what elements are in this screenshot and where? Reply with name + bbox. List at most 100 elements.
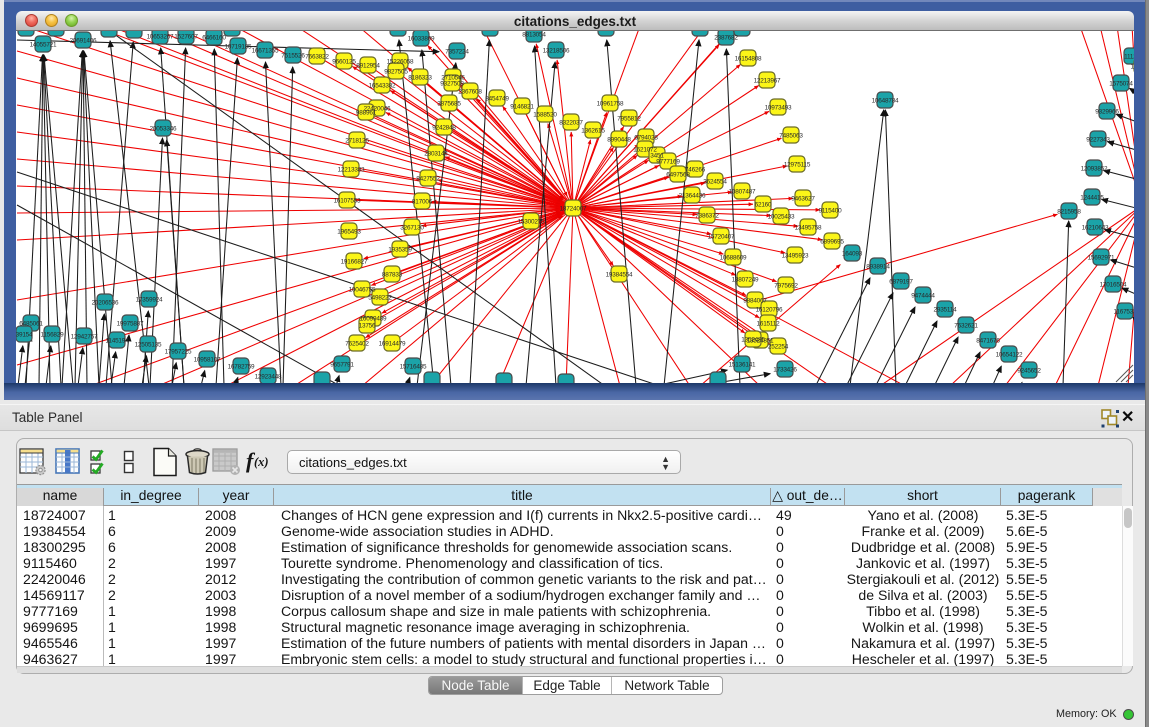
svg-text:9329966: 9329966 xyxy=(1095,108,1119,115)
svg-text:13495923: 13495923 xyxy=(782,252,809,259)
svg-text:7515526: 7515526 xyxy=(281,52,305,59)
svg-text:8938914: 8938914 xyxy=(866,263,890,270)
svg-text:5498222: 5498222 xyxy=(368,294,392,301)
svg-text:16107553: 16107553 xyxy=(334,197,361,204)
svg-text:16671355: 16671355 xyxy=(252,47,279,54)
svg-text:15692971: 15692971 xyxy=(1088,254,1115,261)
svg-text:12505135: 12505135 xyxy=(135,341,162,348)
svg-text:2803144: 2803144 xyxy=(424,150,448,157)
svg-text:10648784: 10648784 xyxy=(872,97,899,104)
svg-text:7975692: 7975692 xyxy=(774,282,798,289)
svg-text:8215958: 8215958 xyxy=(1057,208,1081,215)
svg-text:15136141: 15136141 xyxy=(729,361,756,368)
svg-text:7357224: 7357224 xyxy=(445,48,469,55)
svg-text:21364436: 21364436 xyxy=(679,192,706,199)
svg-text:16033809: 16033809 xyxy=(408,35,435,42)
svg-text:817006: 817006 xyxy=(412,198,433,205)
svg-text:9463627: 9463627 xyxy=(791,195,815,202)
svg-text:8454749: 8454749 xyxy=(485,95,509,102)
svg-text:1244415: 1244415 xyxy=(1080,194,1104,201)
svg-text:3624554: 3624554 xyxy=(703,178,727,185)
svg-text:12942757: 12942757 xyxy=(71,333,98,340)
svg-text:3875685: 3875685 xyxy=(437,100,461,107)
svg-text:8912954: 8912954 xyxy=(356,62,380,69)
svg-text:8427552: 8427552 xyxy=(416,175,440,182)
svg-text:1527607: 1527607 xyxy=(174,33,198,40)
svg-text:16210643: 16210643 xyxy=(1082,224,1109,231)
svg-text:2935114: 2935114 xyxy=(933,306,957,313)
svg-text:20053346: 20053346 xyxy=(150,125,177,132)
svg-text:6485061: 6485061 xyxy=(19,320,43,327)
svg-text:9227343: 9227343 xyxy=(1086,136,1110,143)
svg-text:6466160: 6466160 xyxy=(202,34,226,41)
svg-text:9242848: 9242848 xyxy=(432,124,456,131)
svg-text:2387682: 2387682 xyxy=(714,34,738,41)
svg-text:6794028: 6794028 xyxy=(634,134,658,141)
svg-text:11125: 11125 xyxy=(1124,53,1134,60)
svg-text:10719185: 10719185 xyxy=(225,43,252,50)
svg-text:887833: 887833 xyxy=(382,271,403,278)
svg-text:12975115: 12975115 xyxy=(784,161,811,168)
svg-text:12093852: 12093852 xyxy=(1081,165,1108,172)
svg-text:16120796: 16120796 xyxy=(756,306,783,313)
svg-text:1132541: 1132541 xyxy=(1130,63,1134,70)
svg-text:252254: 252254 xyxy=(768,343,789,350)
svg-text:15226058: 15226058 xyxy=(387,58,414,65)
svg-text:9146821: 9146821 xyxy=(510,103,534,110)
svg-text:1733426: 1733426 xyxy=(773,366,797,373)
svg-text:9115400: 9115400 xyxy=(818,207,842,214)
svg-text:16543382: 16543382 xyxy=(369,82,396,89)
svg-text:62160: 62160 xyxy=(755,201,772,208)
svg-text:7625402: 7625402 xyxy=(345,340,369,347)
svg-text:39154: 39154 xyxy=(16,331,33,338)
svg-text:9474444: 9474444 xyxy=(911,292,935,299)
svg-text:9827505: 9827505 xyxy=(384,68,408,75)
svg-text:15716485: 15716485 xyxy=(400,363,427,370)
svg-text:17957225: 17957225 xyxy=(165,348,192,355)
svg-text:1965493: 1965493 xyxy=(337,228,361,235)
svg-text:9327508: 9327508 xyxy=(440,80,464,87)
svg-text:9777169: 9777169 xyxy=(656,158,680,165)
svg-text:2367608: 2367608 xyxy=(458,88,482,95)
svg-text:1362615: 1362615 xyxy=(581,127,605,134)
svg-text:19166827: 19166827 xyxy=(341,258,368,265)
svg-text:6899695: 6899695 xyxy=(820,238,844,245)
svg-text:(x): (x) xyxy=(254,455,269,469)
svg-text:20691406: 20691406 xyxy=(70,37,97,44)
svg-text:20206536: 20206536 xyxy=(92,299,119,306)
svg-text:9245652: 9245652 xyxy=(1017,367,1041,374)
svg-text:8813054: 8813054 xyxy=(522,31,546,38)
svg-text:10688609: 10688609 xyxy=(720,254,747,261)
svg-text:17016504: 17016504 xyxy=(1100,281,1127,288)
svg-text:1167533: 1167533 xyxy=(1113,308,1134,315)
svg-text:10807487: 10807487 xyxy=(729,188,756,195)
svg-text:10025433: 10025433 xyxy=(768,213,795,220)
svg-text:10654122: 10654122 xyxy=(996,351,1023,358)
svg-text:15720407: 15720407 xyxy=(708,233,735,240)
svg-text:16154808: 16154808 xyxy=(735,55,762,62)
svg-text:1352485: 1352485 xyxy=(741,336,765,343)
svg-text:10046755: 10046755 xyxy=(349,286,376,293)
svg-text:9657791: 9657791 xyxy=(330,361,354,368)
svg-text:7485063: 7485063 xyxy=(779,132,803,139)
svg-text:8471676: 8471676 xyxy=(976,337,1000,344)
svg-text:988961: 988961 xyxy=(356,109,377,116)
svg-text:1575074: 1575074 xyxy=(1109,80,1133,87)
svg-text:7663822: 7663822 xyxy=(305,53,329,60)
svg-text:13756: 13756 xyxy=(359,322,376,329)
svg-text:7632621: 7632621 xyxy=(954,322,978,329)
svg-text:18724007: 18724007 xyxy=(560,205,587,212)
svg-text:10958107: 10958107 xyxy=(194,356,221,363)
svg-text:8990448: 8990448 xyxy=(607,136,631,143)
svg-text:19975887: 19975887 xyxy=(117,320,144,327)
svg-text:16914479: 16914479 xyxy=(379,340,406,347)
svg-text:1145194: 1145194 xyxy=(105,337,129,344)
svg-text:10653267: 10653267 xyxy=(147,33,174,40)
svg-text:2718126: 2718126 xyxy=(345,137,369,144)
svg-text:164093: 164093 xyxy=(842,250,863,257)
svg-text:16782759: 16782759 xyxy=(228,363,255,370)
svg-text:15300275: 15300275 xyxy=(518,218,545,225)
svg-text:3267130: 3267130 xyxy=(400,224,424,231)
svg-text:14055721: 14055721 xyxy=(30,41,57,48)
svg-text:6497568: 6497568 xyxy=(666,171,690,178)
